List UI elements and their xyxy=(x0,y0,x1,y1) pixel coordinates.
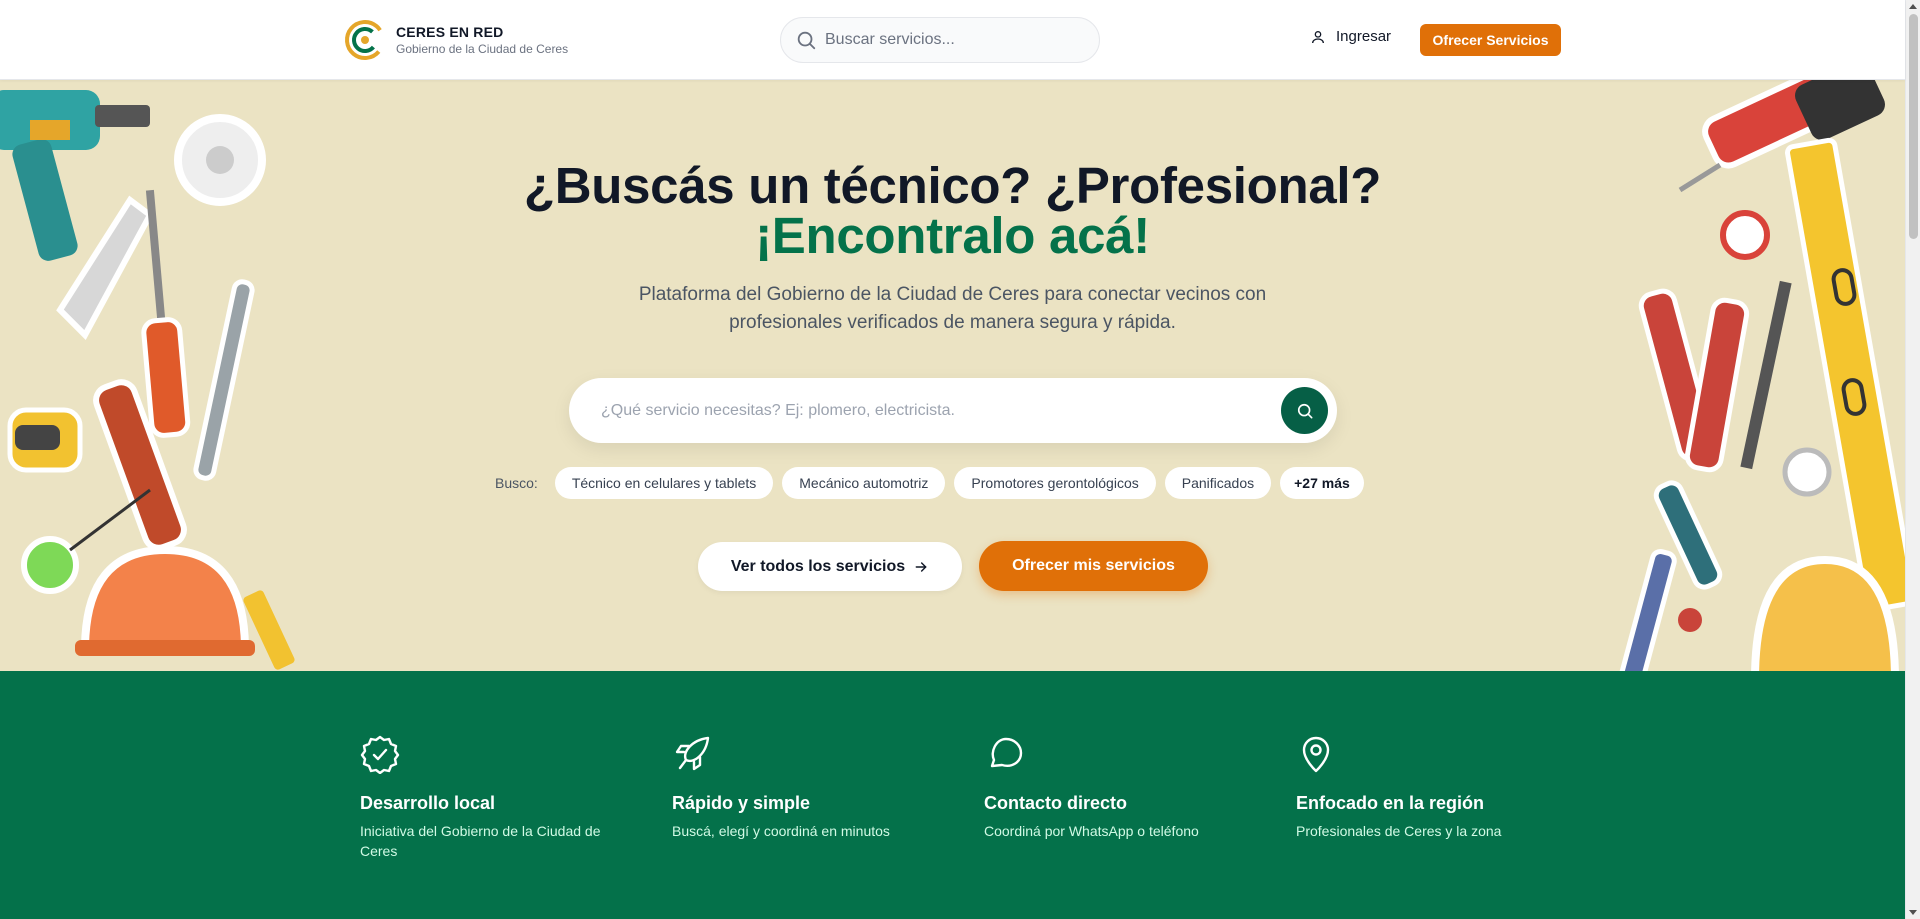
feature-region: Enfocado en la región Profesionales de C… xyxy=(1296,734,1546,841)
map-pin-icon xyxy=(1302,736,1330,773)
arrow-right-icon xyxy=(915,561,927,572)
feature-contact: Contacto directo Coordiná por WhatsApp o… xyxy=(984,734,1234,841)
hero-section: ¿Buscás un técnico? ¿Profesional? ¡Encon… xyxy=(0,80,1905,671)
search-icon xyxy=(1297,403,1312,418)
feature-title: Enfocado en la región xyxy=(1296,793,1485,813)
hero-search-button[interactable] xyxy=(1281,387,1328,434)
ceres-logo-icon xyxy=(345,20,385,60)
feature-local: Desarrollo local Iniciativa del Gobierno… xyxy=(360,734,610,861)
offer-my-services-button[interactable]: Ofrecer mis servicios xyxy=(979,541,1208,591)
brand-subtitle: Gobierno de la Ciudad de Ceres xyxy=(396,41,569,56)
chip-more[interactable]: +27 más xyxy=(1280,467,1364,499)
search-icon xyxy=(797,31,816,50)
message-circle-icon xyxy=(990,737,1023,768)
features-section: Desarrollo local Iniciativa del Gobierno… xyxy=(0,671,1905,919)
chip-mecanico-automotriz[interactable]: Mecánico automotriz xyxy=(782,467,946,499)
view-all-services-label: Ver todos los servicios xyxy=(730,557,906,575)
hero-title: ¿Buscás un técnico? ¿Profesional? xyxy=(523,157,1382,214)
user-icon xyxy=(1312,30,1324,43)
scrollbar-thumb[interactable] xyxy=(1909,14,1918,239)
feature-description: Iniciativa del Gobierno de la Ciudad de … xyxy=(360,823,601,859)
site-header: CERES EN RED Gobierno de la Ciudad de Ce… xyxy=(0,0,1905,80)
rocket-icon xyxy=(675,736,710,771)
hero-search-input[interactable] xyxy=(601,401,1241,420)
chips-label: Busco: xyxy=(495,475,538,491)
suggestion-chips: Busco: Técnico en celulares y tablets Me… xyxy=(495,467,1364,499)
feature-title: Desarrollo local xyxy=(360,793,496,813)
chip-promotores-gerontologicos[interactable]: Promotores gerontológicos xyxy=(954,467,1156,499)
brand-name: CERES EN RED xyxy=(396,23,504,40)
feature-fast: Rápido y simple Buscá, elegí y coordiná … xyxy=(672,734,922,841)
scroll-up-icon[interactable] xyxy=(1909,4,1917,9)
brand-logo[interactable]: CERES EN RED Gobierno de la Ciudad de Ce… xyxy=(344,19,568,61)
offer-services-button[interactable]: Ofrecer Servicios xyxy=(1420,24,1561,56)
feature-description: Coordiná por WhatsApp o teléfono xyxy=(984,823,1199,839)
header-search-bar[interactable] xyxy=(780,17,1100,63)
feature-description: Profesionales de Ceres y la zona xyxy=(1296,823,1502,839)
feature-title: Rápido y simple xyxy=(672,793,811,813)
header-search-input[interactable] xyxy=(825,31,1075,49)
badge-check-icon xyxy=(360,735,400,775)
chip-panificados[interactable]: Panificados xyxy=(1164,467,1272,499)
login-label: Ingresar xyxy=(1336,28,1392,45)
hero-title-highlight: ¡Encontralo acá! xyxy=(755,207,1150,264)
view-all-services-button[interactable]: Ver todos los servicios xyxy=(698,542,962,591)
chip-tecnico-celulares[interactable]: Técnico en celulares y tablets xyxy=(554,467,774,499)
login-link[interactable]: Ingresar xyxy=(1310,28,1391,45)
hero-search-bar[interactable] xyxy=(569,378,1337,443)
page-scrollbar[interactable] xyxy=(1905,0,1920,919)
feature-description: Buscá, elegí y coordiná en minutos xyxy=(672,823,890,839)
scroll-down-icon[interactable] xyxy=(1909,910,1917,915)
feature-title: Contacto directo xyxy=(984,793,1128,813)
hero-subtitle: Plataforma del Gobierno de la Ciudad de … xyxy=(638,284,1267,333)
